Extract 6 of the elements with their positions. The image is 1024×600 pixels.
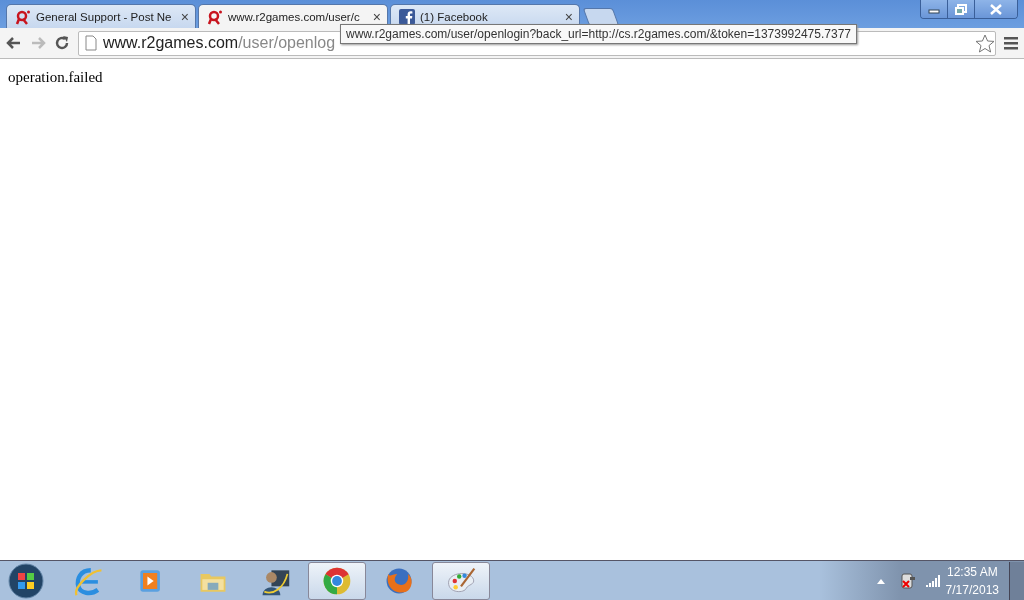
tab-title: www.r2games.com/user/c (228, 10, 361, 23)
url-text: www.r2games.com/user/openlog (103, 34, 336, 52)
tab-title: General Support - Post Ne (36, 10, 173, 23)
url-tooltip: www.r2games.com/user/openlogin?back_url=http://cs.r2games.com/&token=1373992475.7377 (340, 24, 857, 44)
error-message: operation.failed (8, 69, 103, 85)
tab-title: (1) Facebook (420, 10, 489, 23)
